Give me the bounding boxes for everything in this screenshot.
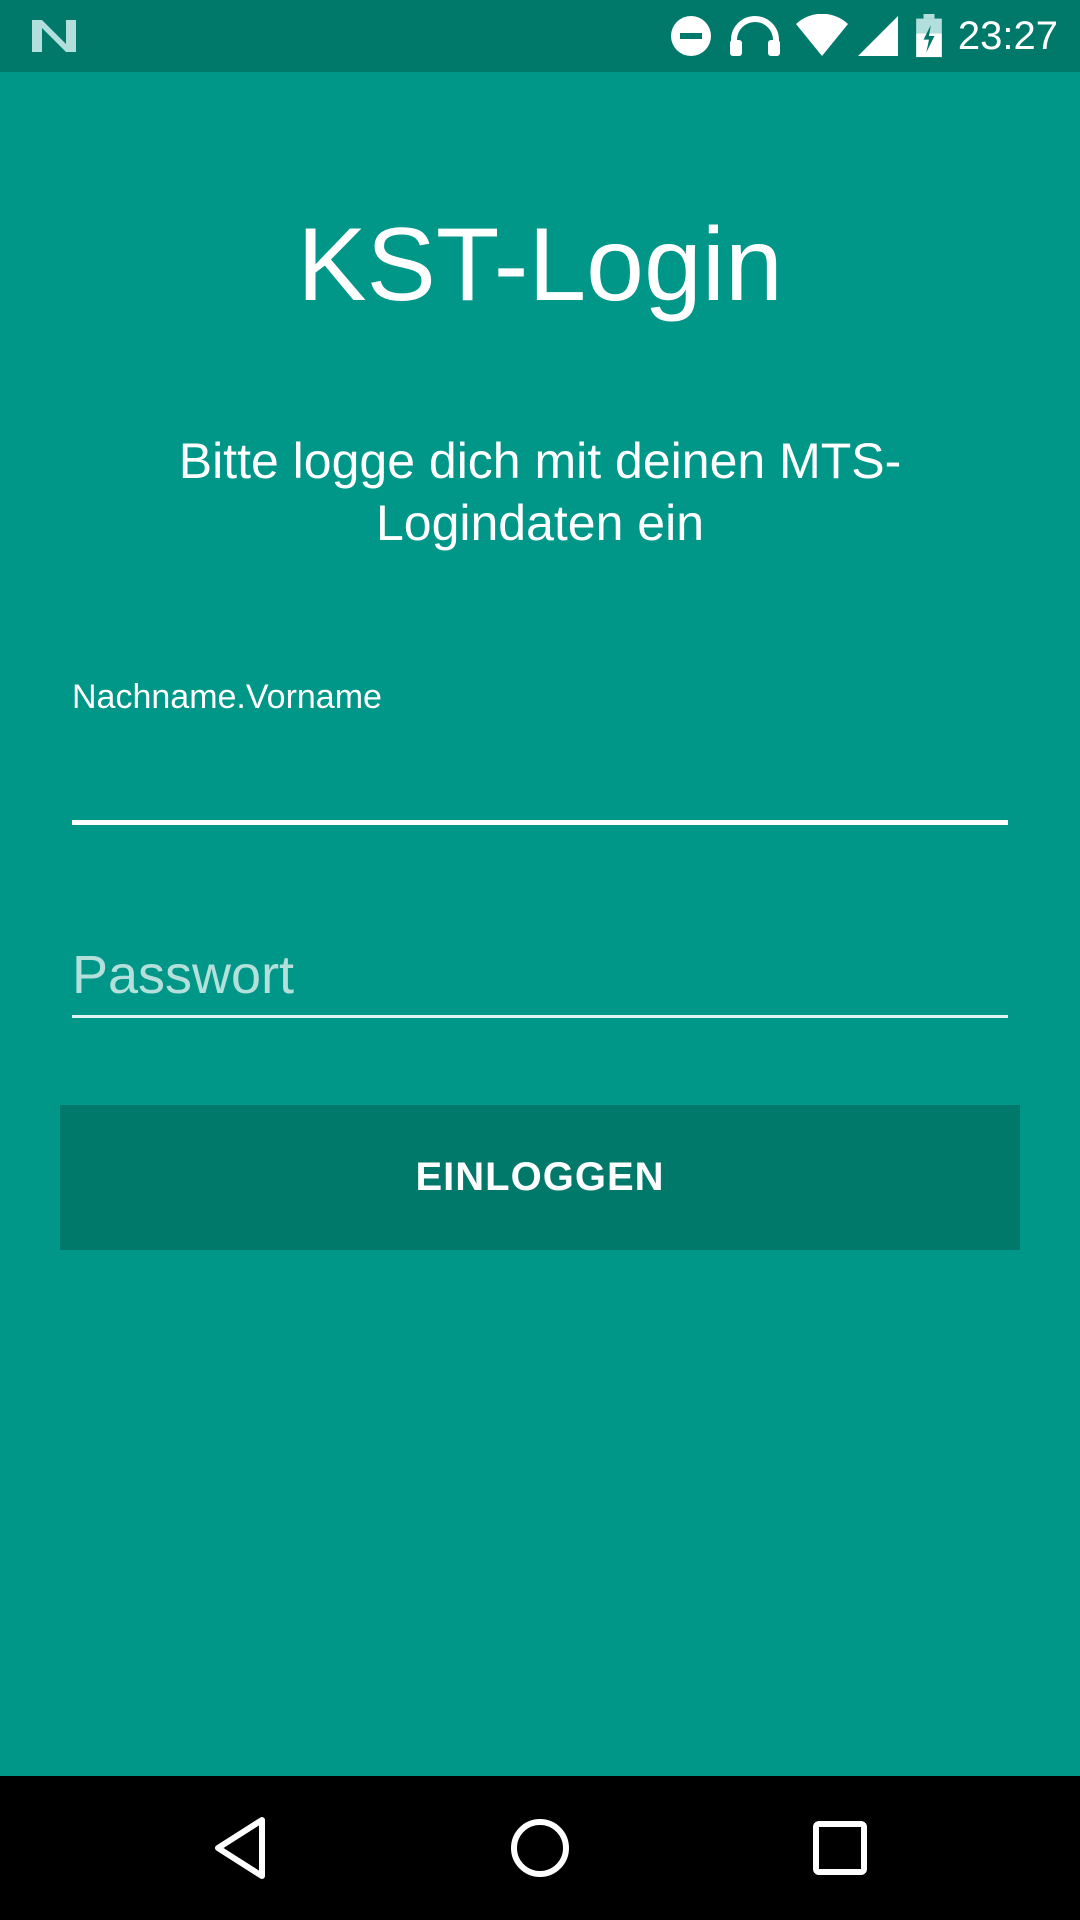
navigation-bar [0,1776,1080,1920]
do-not-disturb-icon [670,16,711,56]
notification-n-icon [32,20,76,52]
back-icon[interactable] [200,1808,280,1888]
recents-icon[interactable] [800,1808,880,1888]
page-title: KST-Login [297,207,783,323]
status-time: 23:27 [957,13,1058,58]
battery-charging-icon [916,14,942,58]
status-bar: 23:27 [0,0,1080,72]
home-icon[interactable] [500,1808,580,1888]
wifi-icon [795,14,848,56]
username-input[interactable] [72,730,1008,825]
login-subtitle: Bitte logge dich mit deinen MTS-Logindat… [178,433,902,551]
headphones-icon [729,16,780,56]
cell-signal-icon [857,16,898,56]
login-button[interactable]: EINLOGGEN [60,1105,1020,1250]
password-input[interactable] [72,935,1008,1018]
username-label: Nachname.Vorname [72,678,382,716]
